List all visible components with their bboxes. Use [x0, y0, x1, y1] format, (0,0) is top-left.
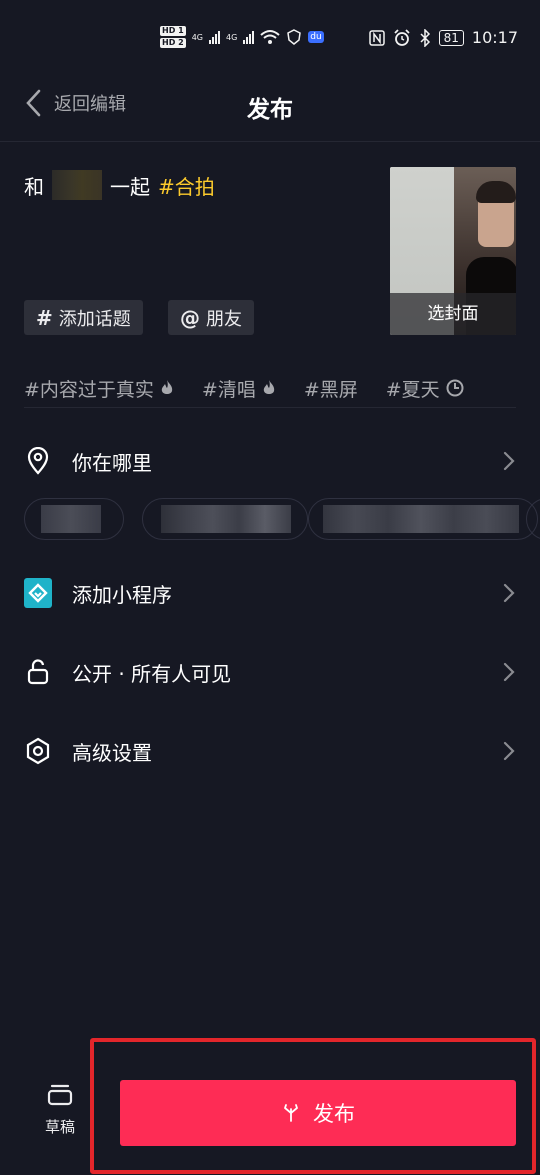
unlock-icon: [24, 658, 52, 686]
page-title: 发布: [247, 97, 293, 123]
location-pill[interactable]: [142, 498, 308, 540]
wifi-icon: [260, 30, 280, 44]
hashtag-suggestion[interactable]: #黑屏: [304, 370, 358, 406]
location-pill[interactable]: [24, 498, 124, 540]
advanced-settings-label: 高级设置: [72, 740, 152, 765]
chevron-right-icon: [503, 451, 515, 471]
privacy-label: 公开 · 所有人可见: [72, 661, 232, 686]
hashtag-label: #清唱: [201, 378, 256, 401]
signal2-label: 4G: [225, 32, 238, 42]
cover-thumbnail[interactable]: 选封面: [390, 167, 516, 335]
nfc-icon: [368, 29, 385, 46]
battery-indicator: 81: [438, 29, 464, 46]
flame-icon: [161, 380, 173, 394]
caption-prefix: 和: [24, 174, 44, 199]
blurred-username: [52, 170, 102, 200]
publish-label: 发布: [313, 1103, 355, 1126]
location-suggestions: [24, 498, 540, 542]
hashtag-label: #夏天: [385, 378, 440, 401]
bluetooth-icon: [420, 28, 430, 47]
caption-text[interactable]: 和 一起 #合拍: [24, 170, 215, 200]
blurred-text: [41, 505, 101, 533]
flame-icon: [263, 380, 275, 394]
hd1-badge: HD 1: [160, 26, 186, 36]
sparkle-icon: [284, 1104, 298, 1122]
clock-time: 10:17: [471, 28, 518, 47]
hd2-badge: HD 2: [160, 38, 186, 48]
blurred-text: [161, 505, 291, 533]
bottom-bar: 草稿 发布: [0, 1038, 540, 1175]
location-pill[interactable]: [308, 498, 538, 540]
shield-app-icon: [287, 29, 302, 45]
hashtag-suggestion[interactable]: #内容过于真实: [24, 370, 174, 406]
mini-program-row[interactable]: 添加小程序: [24, 573, 516, 613]
chevron-right-icon: [503, 741, 515, 761]
hashtag-suggestion[interactable]: #夏天: [386, 370, 464, 406]
settings-hexagon-icon: [24, 737, 52, 765]
chevron-right-icon: [503, 583, 515, 603]
add-topic-button[interactable]: # 添加话题: [24, 300, 143, 335]
hashtag-suggestion[interactable]: #清唱: [202, 370, 276, 406]
location-label: 你在哪里: [72, 450, 152, 475]
mini-program-icon: [24, 578, 52, 608]
status-left: HD 1 HD 2 4G 4G du: [160, 26, 324, 48]
signal1-label: 4G: [191, 32, 203, 42]
location-row[interactable]: 你在哪里: [24, 441, 516, 481]
draft-label: 草稿: [44, 1118, 75, 1136]
location-pin-icon: [24, 447, 52, 475]
draft-button[interactable]: 草稿: [36, 1080, 84, 1137]
publish-button[interactable]: 发布: [120, 1080, 516, 1146]
hd-badges: HD 1 HD 2: [160, 26, 186, 48]
chevron-right-icon: [503, 662, 515, 682]
hashtag-label: #内容过于真实: [24, 378, 154, 401]
hashtag-label: #黑屏: [303, 378, 358, 401]
status-right: 81 10:17: [368, 28, 518, 47]
at-icon: @: [180, 305, 200, 330]
hashtag-suggestions: #内容过于真实 #清唱 #黑屏 #夏天: [24, 370, 540, 406]
divider: [24, 407, 516, 408]
nav-bar: 返回编辑 发布: [0, 80, 540, 142]
caption-hashtag[interactable]: #合拍: [158, 171, 215, 200]
mention-friend-label: 朋友: [206, 308, 242, 330]
status-bar: HD 1 HD 2 4G 4G du 81 10:17: [0, 0, 540, 80]
clock-icon: [446, 379, 464, 397]
signal2-icon: [243, 30, 255, 44]
mini-program-icon-wrap: [24, 578, 52, 608]
blurred-text: [323, 505, 519, 533]
advanced-settings-row[interactable]: 高级设置: [24, 731, 516, 771]
mention-friend-button[interactable]: @ 朋友: [168, 300, 254, 335]
cover-hair: [476, 181, 516, 203]
add-topic-label: 添加话题: [58, 308, 131, 330]
mini-program-label: 添加小程序: [72, 582, 172, 607]
alarm-icon: [393, 28, 410, 46]
drafts-tray-icon: [47, 1084, 73, 1106]
hashtag-icon: #: [36, 305, 53, 330]
signal1-icon: [208, 30, 220, 44]
select-cover-button[interactable]: 选封面: [390, 293, 516, 335]
privacy-row[interactable]: 公开 · 所有人可见: [24, 652, 516, 692]
du-app-icon: du: [308, 31, 324, 43]
caption-middle: 一起: [110, 174, 150, 199]
